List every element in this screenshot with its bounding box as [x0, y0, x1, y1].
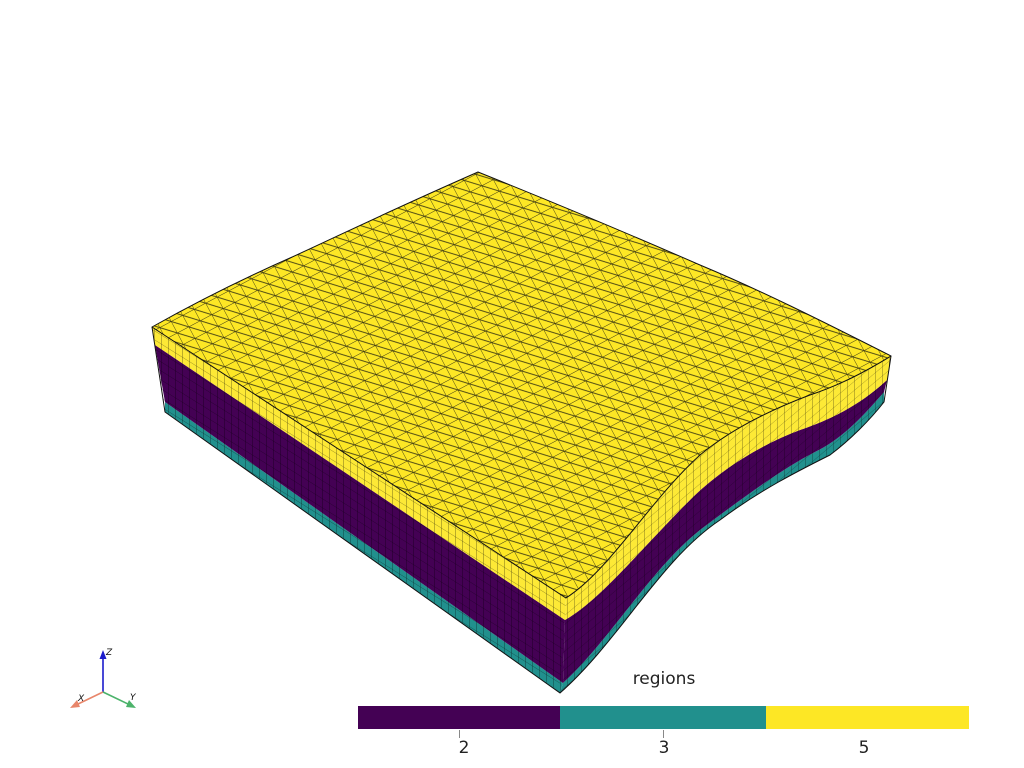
scalar-bar: regions 2 3 5 — [358, 668, 970, 760]
scalar-bar-tick — [663, 730, 664, 738]
render-viewport[interactable]: Z X Y regions 2 3 5 — [0, 0, 1024, 768]
scalar-bar-tick — [459, 730, 460, 738]
scalar-bar-segment-3 — [560, 706, 766, 729]
scalar-bar-segment-5 — [766, 706, 969, 729]
y-axis-label: Y — [130, 693, 137, 703]
scalar-bar-label-3: 3 — [658, 738, 670, 758]
z-axis-label: Z — [105, 648, 113, 658]
y-axis-line — [102, 691, 131, 706]
orientation-axes-widget: Z X Y — [70, 648, 137, 708]
scalar-bar-segment-2 — [358, 706, 560, 729]
x-axis-label: X — [77, 694, 85, 704]
scalar-bar-label-2: 2 — [458, 738, 470, 758]
scalar-bar-label-5: 5 — [858, 738, 870, 758]
scalar-bar-title: regions — [632, 669, 696, 689]
scalar-bar-colors — [358, 706, 969, 729]
mesh-render[interactable] — [0, 0, 1024, 768]
top-surface-grid — [152, 172, 891, 598]
